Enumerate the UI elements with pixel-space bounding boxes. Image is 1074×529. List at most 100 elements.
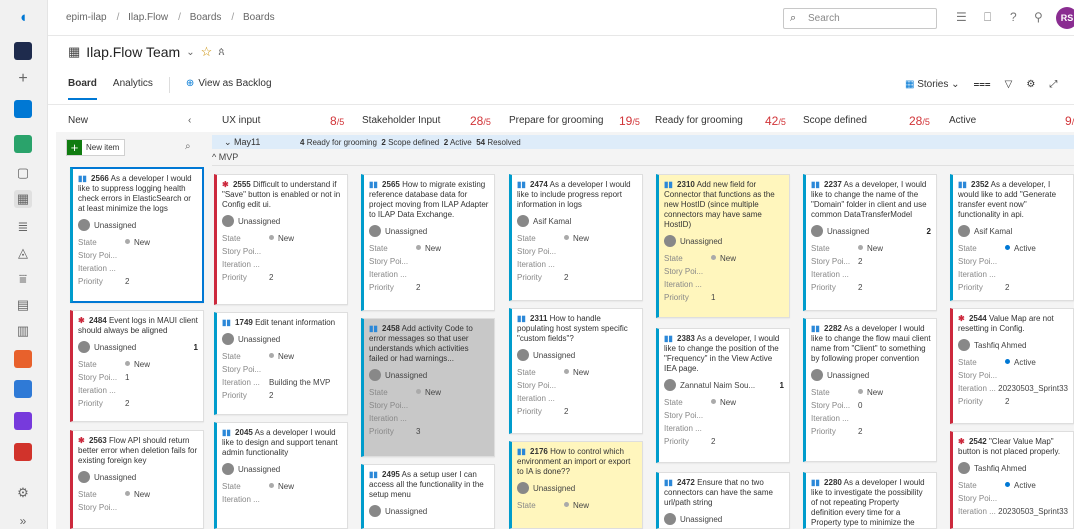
view-as-backlog-link[interactable]: ⊕ View as Backlog [186, 78, 272, 100]
card-assignee[interactable]: Asif Kamal [958, 225, 1068, 237]
work-items-icon[interactable]: ▢ [14, 164, 32, 182]
breadcrumb-boards-current[interactable]: Boards [243, 12, 275, 23]
team-name[interactable]: Ilap.Flow Team [86, 44, 180, 60]
field-value[interactable]: Active [1005, 242, 1036, 255]
sprints-icon[interactable]: ◬ [14, 244, 32, 262]
card-assignee[interactable]: Unassigned [222, 215, 342, 227]
breadcrumb-org[interactable]: epim-ilap [66, 12, 107, 23]
card-title[interactable]: ▮▮ 2383 As a developer, I would like to … [664, 334, 784, 374]
work-item-card-2544[interactable]: ✱ 2544 Value Map are not resetting in Co… [950, 308, 1074, 424]
queries-icon[interactable]: ⩸ [14, 270, 32, 288]
field-value[interactable]: 2 [858, 255, 862, 268]
work-item-card-2484[interactable]: ✱ 2484 Event logs in MAUI client should … [70, 310, 204, 422]
favorite-star-icon[interactable]: ☆ [201, 44, 213, 60]
card-title[interactable]: ✱ 2544 Value Map are not resetting in Co… [958, 314, 1068, 334]
work-item-card-2237[interactable]: ▮▮ 2237 As a developer, I would like to … [803, 174, 937, 311]
column-header-scope-defined[interactable]: Scope defined 28/5 [803, 114, 947, 133]
card-assignee[interactable]: Asif Kamal [517, 215, 637, 227]
team-members-icon[interactable]: ጰ [218, 46, 225, 59]
card-assignee[interactable]: Tashfiq Ahmed [958, 339, 1068, 351]
field-value[interactable]: 2 [564, 405, 568, 418]
card-title[interactable]: ✱ 2563 Flow API should return better err… [78, 436, 198, 466]
card-title[interactable]: ▮▮ 2280 As a developer I would like to i… [811, 478, 931, 528]
work-item-card-2474[interactable]: ▮▮ 2474 As a developer I would like to i… [509, 174, 643, 301]
help-icon[interactable]: ? [1010, 10, 1017, 24]
card-title[interactable]: ▮▮ 2565 How to migrate existing referenc… [369, 180, 489, 220]
list-icon[interactable]: ☰ [956, 10, 967, 24]
field-value[interactable]: 2 [269, 271, 273, 284]
field-value[interactable]: New [416, 386, 441, 399]
field-value[interactable]: New [125, 236, 150, 249]
field-value[interactable]: Active [1005, 356, 1036, 369]
column-search-icon[interactable]: ⌕ [185, 141, 191, 152]
artifacts-icon[interactable] [14, 443, 32, 461]
field-value[interactable]: 2 [711, 435, 715, 448]
card-title[interactable]: ▮▮ 2311 How to handle populating host sy… [517, 314, 637, 344]
backlogs-icon[interactable]: ≣ [14, 218, 32, 236]
card-assignee[interactable]: Unassigned [517, 482, 637, 494]
work-item-card-2458[interactable]: ▮▮ 2458 Add activity Code to error messa… [361, 318, 495, 457]
expand-rail-icon[interactable]: » [14, 512, 32, 529]
work-item-card-2280[interactable]: ▮▮ 2280 As a developer I would like to i… [803, 472, 937, 529]
shopping-bag-icon[interactable]: ⎕ [984, 10, 991, 25]
work-item-card-2282[interactable]: ▮▮ 2282 As a developer I would like to c… [803, 318, 937, 462]
card-assignee[interactable]: Unassigned [369, 505, 489, 517]
collapse-left-icon[interactable]: ‹ [188, 115, 191, 126]
field-value[interactable]: 2 [125, 397, 129, 410]
card-title[interactable]: ▮▮ 2045 As a developer I would like to d… [222, 428, 342, 458]
breadcrumb-project[interactable]: Ilap.Flow [128, 12, 168, 23]
field-value[interactable]: 2 [1005, 281, 1009, 294]
project-icon[interactable] [14, 42, 32, 60]
column-header-stakeholder-input[interactable]: Stakeholder Input 28/5 [362, 114, 502, 133]
card-title[interactable]: ▮▮ 2474 As a developer I would like to i… [517, 180, 637, 210]
work-item-card-2311[interactable]: ▮▮ 2311 How to handle populating host sy… [509, 308, 643, 434]
work-item-card-2472[interactable]: ▮▮ 2472 Ensure that no two connectors ca… [656, 472, 790, 529]
field-value[interactable]: 2 [125, 275, 129, 288]
field-value[interactable]: New [564, 232, 589, 245]
field-value[interactable]: 1 [125, 371, 129, 384]
card-assignee[interactable]: Unassigned [664, 513, 784, 525]
field-value[interactable]: New [416, 242, 441, 255]
column-header-new[interactable]: New ‹ [68, 115, 191, 133]
overview-icon[interactable] [14, 100, 32, 118]
tab-board[interactable]: Board [68, 78, 97, 100]
user-settings-icon[interactable]: ⚲ [1034, 10, 1043, 24]
field-value[interactable]: 2 [416, 281, 420, 294]
field-value[interactable]: 2 [1005, 395, 1009, 408]
board-settings-gear-icon[interactable]: ⚙ [1026, 79, 1035, 90]
card-assignee[interactable]: Unassigned 1 [78, 341, 198, 353]
field-value[interactable]: 20230503_Sprint33 [998, 505, 1068, 518]
card-title[interactable]: ▮▮ 2237 As a developer, I would like to … [811, 180, 931, 220]
field-value[interactable]: New [125, 488, 150, 501]
delivery-plans-icon[interactable]: ▤ [14, 296, 32, 314]
chevron-down-icon[interactable]: ⌄ [186, 47, 194, 58]
field-value[interactable]: Building the MVP [269, 376, 330, 389]
field-value[interactable]: 2 [858, 425, 862, 438]
boards-icon[interactable] [14, 135, 32, 153]
card-assignee[interactable]: Unassigned [222, 463, 342, 475]
work-item-card-2176[interactable]: ▮▮ 2176 How to control which environment… [509, 441, 643, 529]
work-item-card-2310[interactable]: ▮▮ 2310 Add new field for Connector that… [656, 174, 790, 318]
work-item-card-2352[interactable]: ▮▮ 2352 As a developer, I would like to … [950, 174, 1074, 301]
column-header-active[interactable]: Active 9/ [949, 114, 1074, 133]
card-assignee[interactable]: Unassigned 2 [811, 225, 931, 237]
card-title[interactable]: ▮▮ 2282 As a developer I would like to c… [811, 324, 931, 364]
field-value[interactable]: New [711, 252, 736, 265]
card-assignee[interactable]: Zannatul Naim Sou... 1 [664, 379, 784, 391]
pipelines-icon[interactable] [14, 380, 32, 398]
stories-dropdown[interactable]: ▦ Stories ⌄ [905, 79, 960, 90]
work-item-card-2555[interactable]: ✱ 2555 Difficult to understand if "Save"… [214, 174, 348, 305]
card-assignee[interactable]: Unassigned [78, 471, 198, 483]
avatar[interactable]: RS [1056, 7, 1074, 29]
swimlane-header-may11[interactable]: ⌄ May11 4 Ready for grooming 2 Scope def… [212, 135, 1074, 149]
field-value[interactable]: 20230503_Sprint33 [998, 382, 1068, 395]
card-assignee[interactable]: Unassigned [517, 349, 637, 361]
card-assignee[interactable]: Unassigned [369, 225, 489, 237]
card-assignee[interactable]: Unassigned [664, 235, 784, 247]
field-value[interactable]: 2 [269, 389, 273, 402]
work-item-card-2542[interactable]: ✱ 2542 "Clear Value Map" button is not p… [950, 431, 1074, 529]
work-item-card-1749[interactable]: ▮▮ 1749 Edit tenant information Unassigne… [214, 312, 348, 415]
repos-icon[interactable] [14, 350, 32, 368]
filter-icon[interactable]: ▽ [1005, 79, 1013, 90]
work-item-card-2563[interactable]: ✱ 2563 Flow API should return better err… [70, 430, 204, 529]
